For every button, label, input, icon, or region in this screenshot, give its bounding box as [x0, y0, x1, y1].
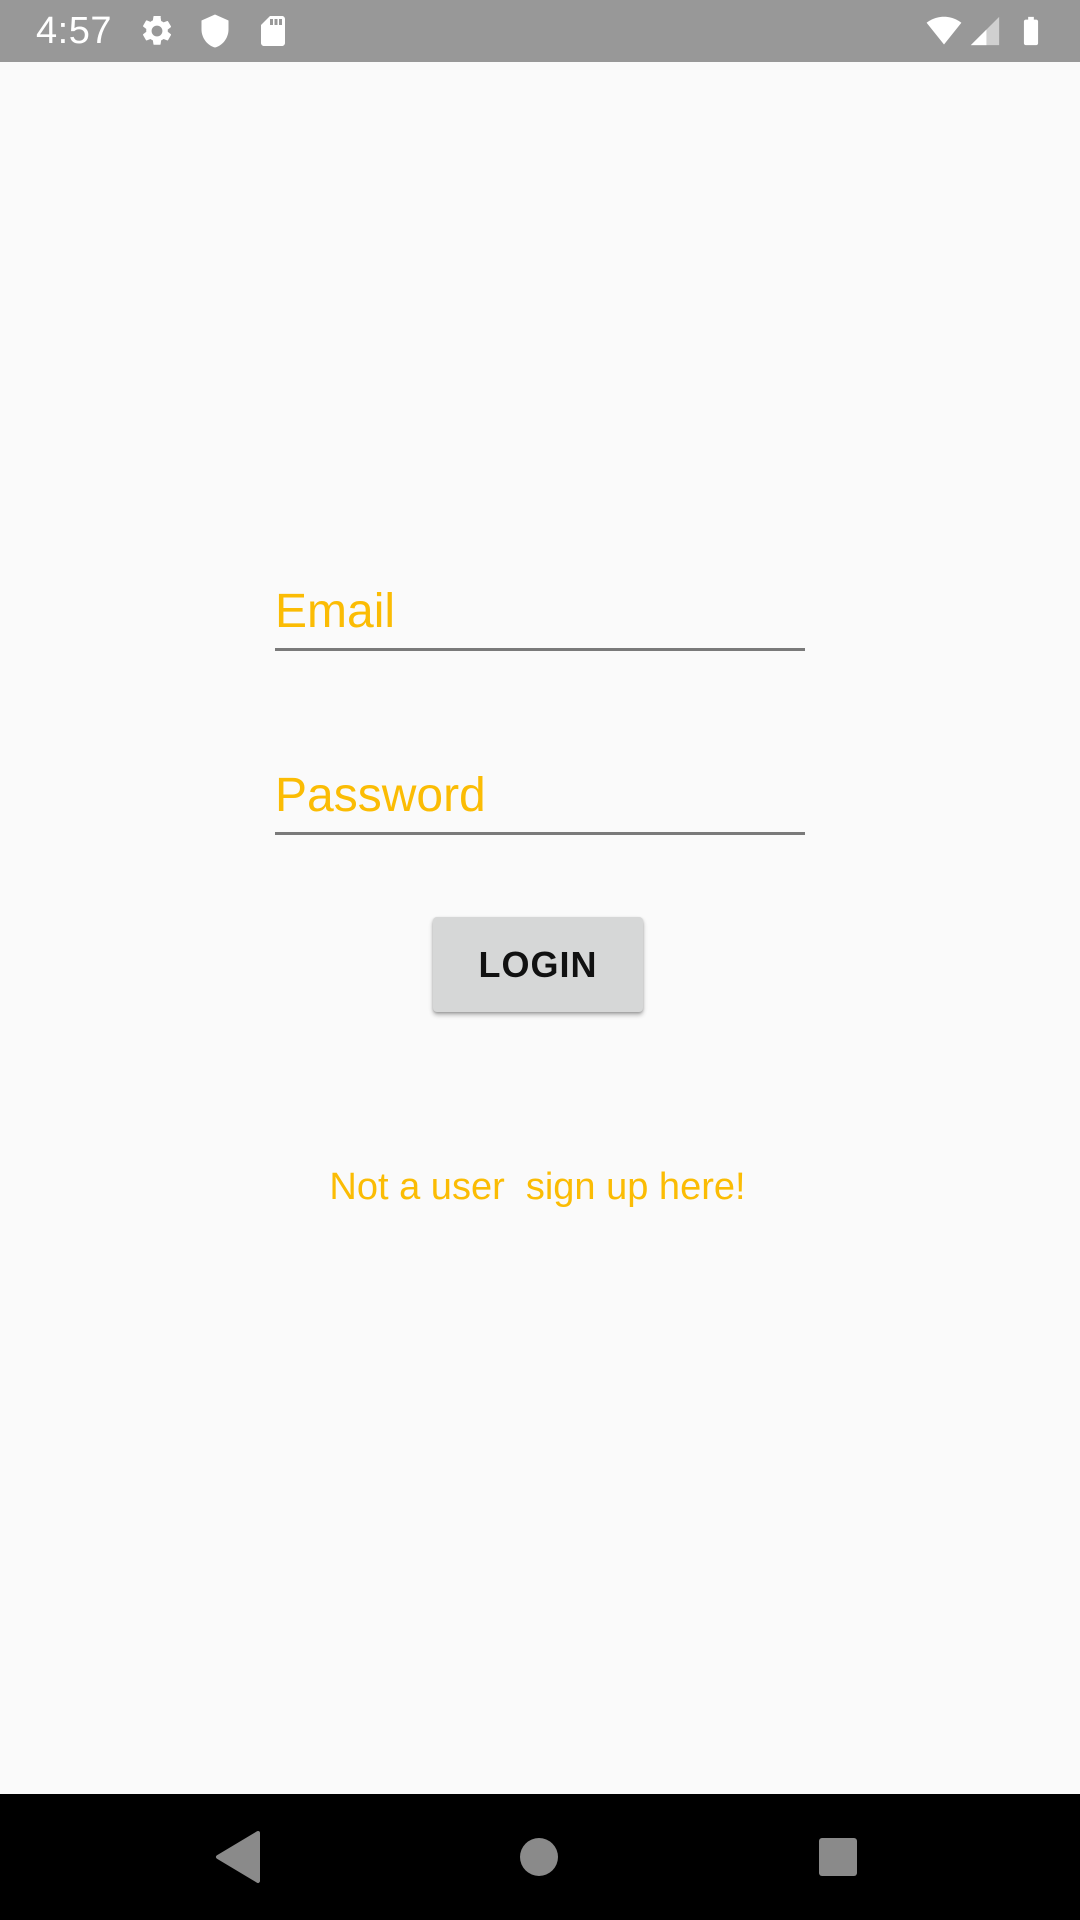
status-bar: 4:57 [0, 0, 1080, 62]
navigation-bar [0, 1794, 1080, 1920]
login-button[interactable]: LOGIN [433, 917, 643, 1012]
wifi-icon [924, 13, 964, 49]
signup-link[interactable]: Not a user sign up here! [0, 1163, 1075, 1211]
shield-icon [197, 13, 233, 49]
home-icon[interactable] [509, 1827, 569, 1887]
login-screen: 4:57 LOGIN Not a user sign up here! [0, 0, 1080, 1920]
recents-icon[interactable] [808, 1827, 868, 1887]
email-field-container [275, 584, 805, 651]
status-time: 4:57 [36, 10, 112, 52]
signal-icon [968, 13, 1002, 49]
back-icon[interactable] [208, 1827, 268, 1887]
battery-icon [1014, 13, 1048, 49]
password-field-container [275, 768, 805, 835]
email-field[interactable] [275, 584, 805, 651]
settings-icon [139, 13, 175, 49]
sd-card-icon [255, 13, 291, 49]
password-field[interactable] [275, 768, 805, 835]
